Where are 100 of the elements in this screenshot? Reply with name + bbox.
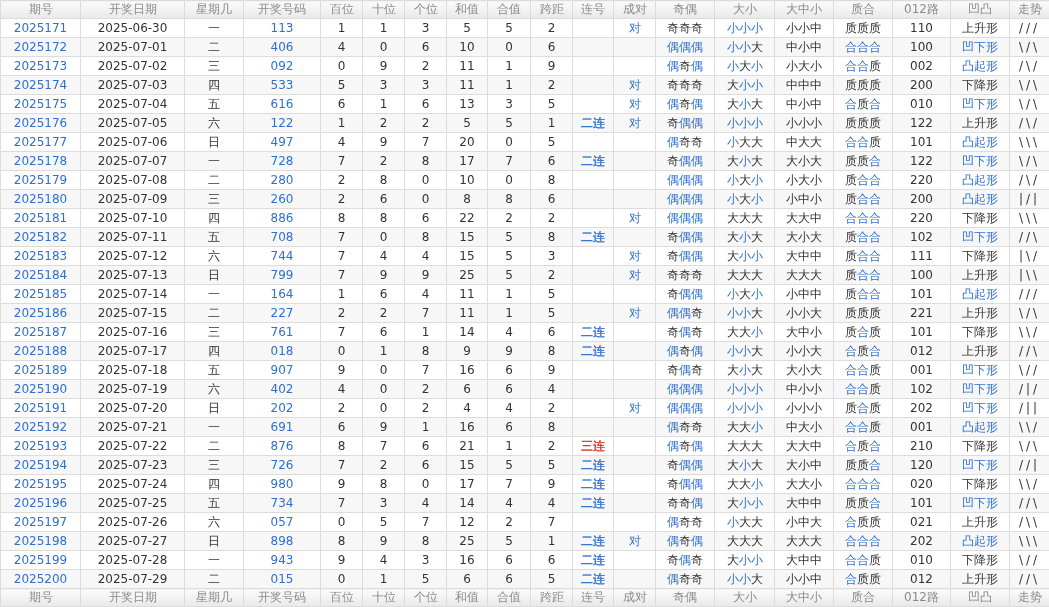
- column-header: 开奖号码: [243, 0, 321, 19]
- route-value: 002: [892, 56, 951, 76]
- digit-cell: 4: [362, 550, 405, 570]
- draw-number: 202: [243, 398, 321, 418]
- prime-pattern: 合合质: [833, 132, 893, 152]
- shape-label: 凸起形: [950, 56, 1010, 76]
- span-value: 8: [530, 170, 573, 190]
- column-header: 跨距: [530, 0, 573, 19]
- consecutive-label: 二连: [581, 553, 605, 567]
- parity-pattern: 奇偶偶: [655, 474, 715, 494]
- consecutive-label: 三连: [581, 439, 605, 453]
- digit-cell: 8: [362, 474, 405, 494]
- digit-cell: 0: [362, 398, 405, 418]
- sum-tail-value: 4: [487, 398, 531, 418]
- size-pattern: 小小小: [714, 18, 775, 38]
- draw-number: 092: [243, 56, 321, 76]
- shape-label: 凸起形: [950, 284, 1010, 304]
- shape-label: 凹下形: [950, 94, 1010, 114]
- draw-number: 113: [243, 18, 321, 38]
- route-value: 010: [892, 550, 951, 570]
- parity-pattern: 偶偶偶: [655, 170, 715, 190]
- parity-pattern: 偶偶偶: [655, 398, 715, 418]
- shape-label: 凹下形: [950, 398, 1010, 418]
- size-pattern: 小大小: [714, 284, 775, 304]
- prime-pattern: 合合合: [833, 208, 893, 228]
- weekday-label: 五: [184, 360, 244, 380]
- weekday-label: 四: [184, 474, 244, 494]
- route-value: 111: [892, 246, 951, 266]
- parity-pattern: 奇偶奇: [655, 322, 715, 342]
- prime-pattern: 质质质: [833, 18, 893, 38]
- prime-pattern: 合合质: [833, 56, 893, 76]
- draw-date: 2025-07-14: [80, 284, 185, 304]
- digit-cell: 4: [404, 284, 447, 304]
- digit-cell: 1: [404, 322, 447, 342]
- parity-pattern: 奇偶奇: [655, 550, 715, 570]
- size-pattern: 大大大: [714, 208, 775, 228]
- shape-label: 凹下形: [950, 360, 1010, 380]
- digit-cell: 4: [362, 246, 405, 266]
- column-header: 成对: [613, 0, 656, 19]
- sum-value: 17: [446, 474, 488, 494]
- consecutive-label: 二连: [581, 458, 605, 472]
- span-value: 2: [530, 398, 573, 418]
- span-value: 9: [530, 360, 573, 380]
- weekday-label: 三: [184, 322, 244, 342]
- digit-cell: 9: [320, 360, 363, 380]
- digit-cell: 4: [404, 246, 447, 266]
- size-pattern: 大小大: [714, 94, 775, 114]
- draw-number: 164: [243, 284, 321, 304]
- span-value: 7: [530, 512, 573, 532]
- digit-cell: 3: [404, 18, 447, 38]
- sum-value: 21: [446, 436, 488, 456]
- column-header: 走势: [1009, 0, 1049, 19]
- prime-pattern: 合质质: [833, 512, 893, 532]
- pair-label: 对: [613, 246, 656, 266]
- column-header: 大小: [714, 0, 775, 19]
- parity-pattern: 奇奇奇: [655, 18, 715, 38]
- span-value: 5: [530, 284, 573, 304]
- parity-pattern: 偶奇偶: [655, 94, 715, 114]
- weekday-label: 一: [184, 18, 244, 38]
- consecutive-label: 二连: [581, 325, 605, 339]
- consecutive-label: 二连: [581, 154, 605, 168]
- digit-cell: 6: [404, 94, 447, 114]
- range-pattern: 中小中: [774, 94, 834, 114]
- digit-cell: 1: [320, 18, 363, 38]
- size-pattern: 大大大: [714, 436, 775, 456]
- sum-tail-value: 6: [487, 550, 531, 570]
- column-header: 凹凸: [950, 0, 1010, 19]
- pair-label: 对: [613, 18, 656, 38]
- prime-pattern: 质合合: [833, 170, 893, 190]
- draw-number: 943: [243, 550, 321, 570]
- consecutive-label: 二连: [581, 572, 605, 586]
- draw-date: 2025-07-18: [80, 360, 185, 380]
- consecutive-label: 二连: [581, 496, 605, 510]
- sum-value: 16: [446, 360, 488, 380]
- digit-cell: 9: [362, 132, 405, 152]
- sum-tail-value: 5: [487, 246, 531, 266]
- sum-tail-value: 1: [487, 436, 531, 456]
- digit-cell: 8: [362, 208, 405, 228]
- range-pattern: 大中小: [774, 322, 834, 342]
- route-value: 001: [892, 360, 951, 380]
- draw-date: 2025-07-24: [80, 474, 185, 494]
- sum-tail-value: 1: [487, 56, 531, 76]
- digit-cell: 7: [362, 436, 405, 456]
- column-header: 和值: [446, 0, 488, 19]
- draw-date: 2025-07-28: [80, 550, 185, 570]
- shape-label: 凸起形: [950, 132, 1010, 152]
- digit-cell: 1: [362, 18, 405, 38]
- column-header: 十位: [362, 0, 405, 19]
- sum-tail-value: 5: [487, 18, 531, 38]
- sum-tail-value: 1: [487, 284, 531, 304]
- digit-cell: 6: [362, 322, 405, 342]
- weekday-label: 六: [184, 246, 244, 266]
- digit-cell: 9: [320, 550, 363, 570]
- sum-value: 16: [446, 550, 488, 570]
- size-pattern: 大大小: [714, 322, 775, 342]
- sum-value: 4: [446, 398, 488, 418]
- draw-number: 761: [243, 322, 321, 342]
- column-header: 奇偶: [655, 0, 715, 19]
- parity-pattern: 偶奇偶: [655, 436, 715, 456]
- sum-value: 12: [446, 512, 488, 532]
